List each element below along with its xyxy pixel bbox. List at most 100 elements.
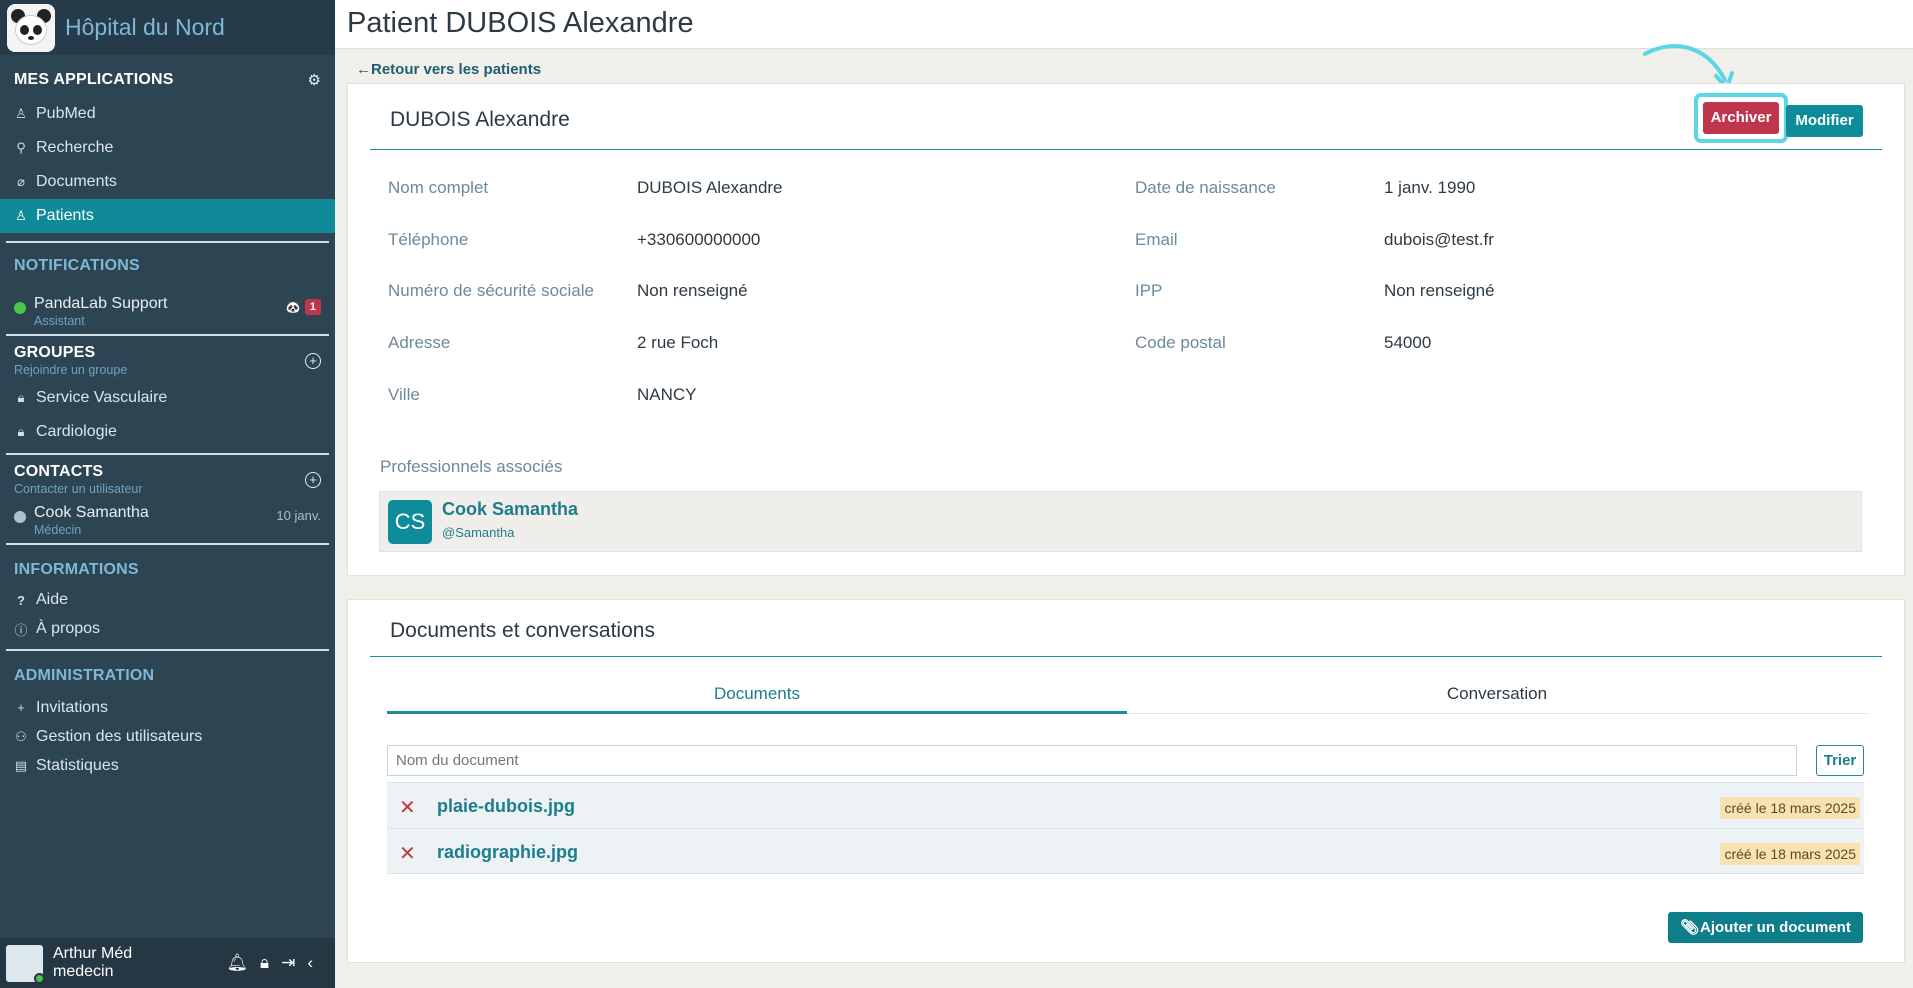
field-value: NANCY [637,385,697,404]
sidebar-item-documents[interactable]: ⌀ Documents [0,165,335,199]
admin-title: ADMINISTRATION [14,667,155,684]
sidebar-item-aide[interactable]: ? Aide [0,585,335,615]
sidebar-item-label: Documents [36,173,117,190]
document-row[interactable]: ✕ plaie-dubois.jpg créé le 18 mars 2025 [387,782,1864,828]
contacts-header: CONTACTS Contacter un utilisateur + [0,463,335,496]
groups-subtitle[interactable]: Rejoindre un groupe [0,363,141,377]
contact-name: Cook Samantha [34,504,149,521]
field-label: Ville [388,385,420,404]
field-label: Numéro de sécurité sociale [388,281,594,300]
gear-icon[interactable]: ⚙ [308,71,321,89]
lock-icon[interactable]: 🔒︎ [260,953,269,973]
documents-card: Documents et conversations Documents Con… [347,599,1905,963]
sidebar-item-stats[interactable]: ▤ Statistiques [0,751,335,780]
logout-icon[interactable]: ⇥ [281,953,295,973]
paperclip-icon: ⌀ [17,174,25,189]
delete-icon[interactable]: ✕ [399,795,416,820]
professional-item[interactable]: CS Cook Samantha @Samantha [379,491,1862,552]
sidebar-item-label: À propos [36,620,101,637]
collapse-chevron-icon[interactable]: ‹ [307,953,313,973]
modify-button[interactable]: Modifier [1786,105,1863,137]
sidebar-item-label: Recherche [36,139,114,156]
field-label: Téléphone [388,230,469,249]
field-value: 1 janv. 1990 [1384,178,1476,197]
field-label: Adresse [388,333,451,352]
avatar[interactable] [6,944,45,984]
brand[interactable]: Hôpital du Nord [0,0,335,55]
bell-icon[interactable]: 🔔︎ [226,953,248,973]
panda-icon: 🐼 [285,300,301,314]
contact-role: Médecin [34,523,82,537]
book-icon: ♙ [15,106,27,121]
field-value: Non renseigné [637,281,748,300]
document-row[interactable]: ✕ radiographie.jpg créé le 18 mars 2025 [387,828,1864,874]
sidebar-item-label: PubMed [36,105,96,122]
back-link[interactable]: ←Retour vers les patients [356,61,541,78]
patient-card: DUBOIS Alexandre Archiver Modifier Nom c… [347,83,1905,576]
sidebar-item-label: Gestion des utilisateurs [36,727,203,745]
add-group-icon[interactable]: + [305,352,321,369]
lock-icon: 🔒︎ [17,424,25,439]
sidebar-item-pubmed[interactable]: ♙ PubMed [0,97,335,131]
document-name[interactable]: radiographie.jpg [437,842,578,863]
field-label: Email [1135,230,1178,249]
field-label: Date de naissance [1135,178,1276,197]
info-title: INFORMATIONS [14,561,139,578]
question-icon: ? [17,592,25,608]
add-contact-icon[interactable]: + [305,471,321,488]
field-value: 54000 [1384,333,1432,352]
patient-name: DUBOIS Alexandre [390,108,570,131]
document-date-badge: créé le 18 mars 2025 [1720,843,1860,865]
sidebar-item-label: Patients [36,207,94,224]
associated-professionals-title: Professionnels associés [380,457,563,476]
professional-name[interactable]: Cook Samantha [442,499,578,520]
arrow-left-icon: ← [356,61,371,78]
sidebar-item-patients[interactable]: ♙ Patients [0,199,335,233]
documents-card-header: Documents et conversations [370,600,1882,657]
add-document-label: Ajouter un document [1700,919,1851,936]
users-icon: ⚇ [15,728,27,744]
sidebar-item-apropos[interactable]: ⓘ À propos [0,615,335,643]
document-search-input[interactable] [387,745,1797,776]
add-document-button[interactable]: 📎︎ Ajouter un document [1668,912,1863,943]
notification-item[interactable]: PandaLab Support Assistant 🐼 1 [0,295,335,328]
unread-count-badge: 1 [304,299,321,315]
chart-icon: ▤ [14,757,28,773]
field-label: Code postal [1135,333,1226,352]
sidebar-item-label: Invitations [36,698,109,716]
tab-documents[interactable]: Documents [387,679,1127,714]
user-name: Arthur Méd [53,945,133,962]
lock-icon: 🔒︎ [17,390,25,405]
sidebar-item-users[interactable]: ⚇ Gestion des utilisateurs [0,722,335,751]
tab-conversation[interactable]: Conversation [1127,679,1867,714]
sidebar: Hôpital du Nord MES APPLICATIONS ⚙ ♙ PubM… [0,0,335,988]
sidebar-item-label: Statistiques [36,756,119,774]
sort-button[interactable]: Trier [1816,745,1864,776]
apps-title: MES APPLICATIONS [14,71,174,88]
contacts-subtitle[interactable]: Contacter un utilisateur [0,482,157,496]
delete-icon[interactable]: ✕ [399,841,416,866]
tabs: Documents Conversation [387,679,1868,714]
document-date-badge: créé le 18 mars 2025 [1720,797,1860,819]
sidebar-item-group[interactable]: 🔒︎ Service Vasculaire [0,381,335,415]
online-status-dot [34,972,45,984]
user-footer: Arthur Méd medecin 🔔︎ 🔒︎ ⇥ ‹ [0,938,335,988]
archive-button[interactable]: Archiver [1703,102,1779,134]
contacts-title: CONTACTS [14,463,104,480]
document-name[interactable]: plaie-dubois.jpg [437,796,575,817]
online-status-dot [14,302,26,314]
contact-item[interactable]: Cook Samantha Médecin 10 janv. [0,504,335,537]
field-value: +330600000000 [637,230,761,249]
avatar: CS [388,500,432,544]
sidebar-item-invitations[interactable]: + Invitations [0,693,335,722]
groups-header: GROUPES Rejoindre un groupe + [0,344,335,377]
documents-title: Documents et conversations [390,619,655,642]
back-link-label: Retour vers les patients [371,61,542,78]
user-role: medecin [53,963,114,980]
user-icon: ♙ [15,208,27,223]
sidebar-item-recherche[interactable]: ⚲ Recherche [0,131,335,165]
apps-header: MES APPLICATIONS ⚙ [0,71,335,89]
sidebar-item-group[interactable]: 🔒︎ Cardiologie [0,415,335,449]
notification-name: PandaLab Support [34,295,168,312]
brand-title: Hôpital du Nord [65,14,225,40]
